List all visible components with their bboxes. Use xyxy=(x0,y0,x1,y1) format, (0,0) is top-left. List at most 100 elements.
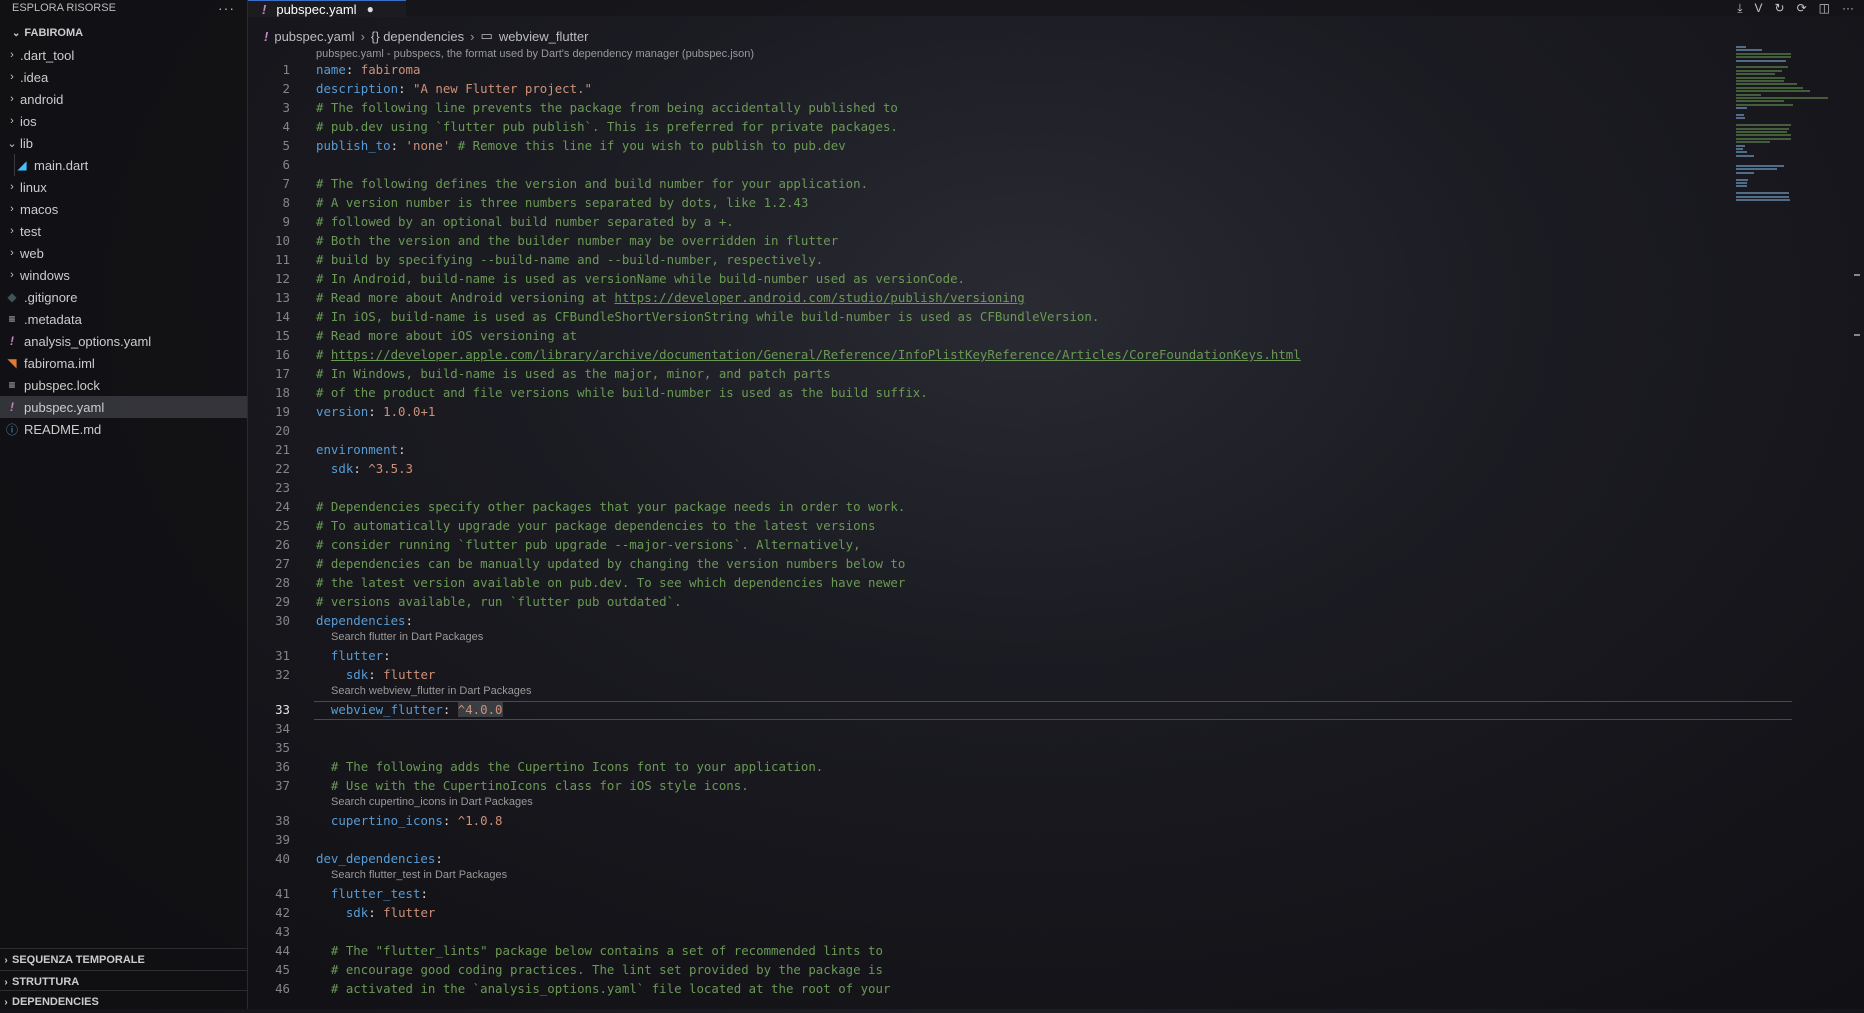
tree-item[interactable]: ≡ pubspec.lock xyxy=(0,374,247,396)
code-editor[interactable]: pubspec.yaml - pubspecs, the format used… xyxy=(248,46,1792,1009)
code-line[interactable]: 9 # followed by an optional build number … xyxy=(248,212,1728,231)
more-actions-icon[interactable]: ··· xyxy=(1842,1,1854,15)
line-number: 28 xyxy=(275,575,290,590)
code-line[interactable]: 16 # https://developer.apple.com/library/… xyxy=(248,345,1728,364)
code-line[interactable]: 27 # dependencies can be manually updated… xyxy=(248,554,1728,573)
code-line[interactable]: 45 # encourage good coding practices. Th… xyxy=(248,960,1728,979)
tree-item[interactable]: ◥ fabiroma.iml xyxy=(0,352,247,374)
tree-item[interactable]: ◢ main.dart xyxy=(0,154,247,176)
refresh-icon[interactable]: ↻ xyxy=(1775,1,1785,15)
code-line[interactable]: 37 # Use with the CupertinoIcons class f… xyxy=(248,776,1728,795)
breadcrumb-file[interactable]: pubspec.yaml xyxy=(274,29,354,44)
line-code: # The "flutter_lints" package below cont… xyxy=(316,941,883,960)
tree-item[interactable]: › test xyxy=(0,220,247,242)
tree-item[interactable]: › linux xyxy=(0,176,247,198)
workspace-section-title[interactable]: ⌄ FABIROMA xyxy=(0,22,247,44)
tree-item[interactable]: › .idea xyxy=(0,66,247,88)
code-line[interactable]: 28 # the latest version available on pub.… xyxy=(248,573,1728,592)
tree-item[interactable]: › .dart_tool xyxy=(0,44,247,66)
code-line[interactable]: 38 cupertino_icons: ^1.0.8 xyxy=(248,811,1728,830)
breadcrumb-dependencies[interactable]: {} dependencies xyxy=(371,29,464,44)
code-line[interactable]: 30 dependencies: xyxy=(248,611,1728,630)
code-line[interactable]: 29 # versions available, run `flutter pub… xyxy=(248,592,1728,611)
code-lens-search-link[interactable]: Search flutter_test in Dart Packages xyxy=(331,869,507,883)
code-line[interactable]: 3 # The following line prevents the packa… xyxy=(248,98,1728,117)
code-line[interactable]: 19 version: 1.0.0+1 xyxy=(248,402,1728,421)
tree-item[interactable]: › web xyxy=(0,242,247,264)
line-code: # activated in the `analysis_options.yam… xyxy=(316,979,891,998)
tree-item[interactable]: ⌄ lib xyxy=(0,132,247,154)
unsaved-dot-icon[interactable]: ● xyxy=(367,2,374,16)
tree-item[interactable]: › macos xyxy=(0,198,247,220)
code-token: # build by specifying --build-name and -… xyxy=(316,252,824,267)
tree-item[interactable]: ! analysis_options.yaml xyxy=(0,330,247,352)
code-line[interactable]: 10 # Both the version and the builder num… xyxy=(248,231,1728,250)
code-line[interactable]: 41 flutter_test: xyxy=(248,884,1728,903)
code-line[interactable]: 26 # consider running `flutter pub upgrad… xyxy=(248,535,1728,554)
vertical-scrollbar[interactable] xyxy=(1850,46,1864,1009)
tree-item[interactable]: ≡ .metadata xyxy=(0,308,247,330)
download-icon[interactable]: ⤓ xyxy=(1737,1,1742,16)
code-line[interactable]: 40 dev_dependencies: xyxy=(248,849,1728,868)
restart-icon[interactable]: ⟳ xyxy=(1797,1,1807,15)
code-line[interactable]: 44 # The "flutter_lints" package below c… xyxy=(248,941,1728,960)
chevron-right-icon: › xyxy=(10,71,14,83)
code-line[interactable]: 42 sdk: flutter xyxy=(248,903,1728,922)
tree-item[interactable]: ! pubspec.yaml xyxy=(0,396,247,418)
code-line[interactable]: 2 description: "A new Flutter project." xyxy=(248,79,1728,98)
code-line[interactable]: 34 xyxy=(248,719,1728,738)
code-line[interactable]: 6 xyxy=(248,155,1728,174)
code-line[interactable]: 21 environment: xyxy=(248,440,1728,459)
code-line[interactable]: 33 webview_flutter: ^4.0.0 xyxy=(248,700,1728,719)
code-line[interactable]: 23 xyxy=(248,478,1728,497)
code-lens-search-link[interactable]: Search webview_flutter in Dart Packages xyxy=(331,685,532,699)
tree-item[interactable]: › windows xyxy=(0,264,247,286)
line-number: 10 xyxy=(275,233,290,248)
section-dependencies[interactable]: › DEPENDENCIES xyxy=(0,990,247,1013)
code-line[interactable]: 46 # activated in the `analysis_options.… xyxy=(248,979,1728,998)
code-line[interactable]: 35 xyxy=(248,738,1728,757)
code-line[interactable]: 8 # A version number is three numbers sep… xyxy=(248,193,1728,212)
code-line[interactable]: 32 sdk: flutter xyxy=(248,665,1728,684)
code-token: : xyxy=(435,851,443,866)
code-line[interactable]: 13 # Read more about Android versioning a… xyxy=(248,288,1728,307)
code-line[interactable]: 7 # The following defines the version and… xyxy=(248,174,1728,193)
tree-item[interactable]: › ios xyxy=(0,110,247,132)
code-line[interactable]: 31 flutter: xyxy=(248,646,1728,665)
code-line[interactable]: 22 sdk: ^3.5.3 xyxy=(248,459,1728,478)
code-line[interactable]: 25 # To automatically upgrade your packag… xyxy=(248,516,1728,535)
code-line[interactable]: 4 # pub.dev using `flutter pub publish`. … xyxy=(248,117,1728,136)
code-line[interactable]: 1 name: fabiroma xyxy=(248,60,1728,79)
minimap[interactable] xyxy=(1736,46,1832,236)
explorer-more-icon[interactable]: ··· xyxy=(218,0,235,16)
tree-item-label: test xyxy=(20,223,41,239)
breadcrumb-leaf[interactable]: webview_flutter xyxy=(499,29,589,44)
code-line[interactable]: 12 # In Android, build-name is used as ve… xyxy=(248,269,1728,288)
code-line[interactable]: 20 xyxy=(248,421,1728,440)
code-line[interactable]: 24 # Dependencies specify other packages … xyxy=(248,497,1728,516)
code-line[interactable]: 36 # The following adds the Cupertino Ic… xyxy=(248,757,1728,776)
v-icon[interactable]: V xyxy=(1755,1,1763,15)
code-line[interactable]: 17 # In Windows, build-name is used as th… xyxy=(248,364,1728,383)
split-editor-icon[interactable]: ◫ xyxy=(1819,1,1830,15)
yaml-icon: ! xyxy=(10,334,14,348)
code-line[interactable]: 14 # In iOS, build-name is used as CFBund… xyxy=(248,307,1728,326)
code-token: # In Android, build-name is used as vers… xyxy=(316,271,966,286)
tree-item[interactable]: ⓘ README.md xyxy=(0,418,247,440)
code-line[interactable]: 39 xyxy=(248,830,1728,849)
minimap-line xyxy=(1736,117,1746,120)
tree-item[interactable]: ◆ .gitignore xyxy=(0,286,247,308)
code-line[interactable]: 43 xyxy=(248,922,1728,941)
tree-item-label: .metadata xyxy=(24,311,82,327)
code-line[interactable]: 18 # of the product and file versions whi… xyxy=(248,383,1728,402)
code-line[interactable]: 15 # Read more about iOS versioning at xyxy=(248,326,1728,345)
tab-pubspec-yaml[interactable]: ! pubspec.yaml ● xyxy=(248,0,406,17)
code-line[interactable]: 5 publish_to: 'none' # Remove this line i… xyxy=(248,136,1728,155)
code-lens-search-link[interactable]: Search cupertino_icons in Dart Packages xyxy=(331,796,533,810)
code-lens-search-link[interactable]: Search flutter in Dart Packages xyxy=(331,631,483,645)
tree-item[interactable]: › android xyxy=(0,88,247,110)
section-timeline[interactable]: › SEQUENZA TEMPORALE xyxy=(0,948,247,971)
code-line[interactable]: 11 # build by specifying --build-name and… xyxy=(248,250,1728,269)
